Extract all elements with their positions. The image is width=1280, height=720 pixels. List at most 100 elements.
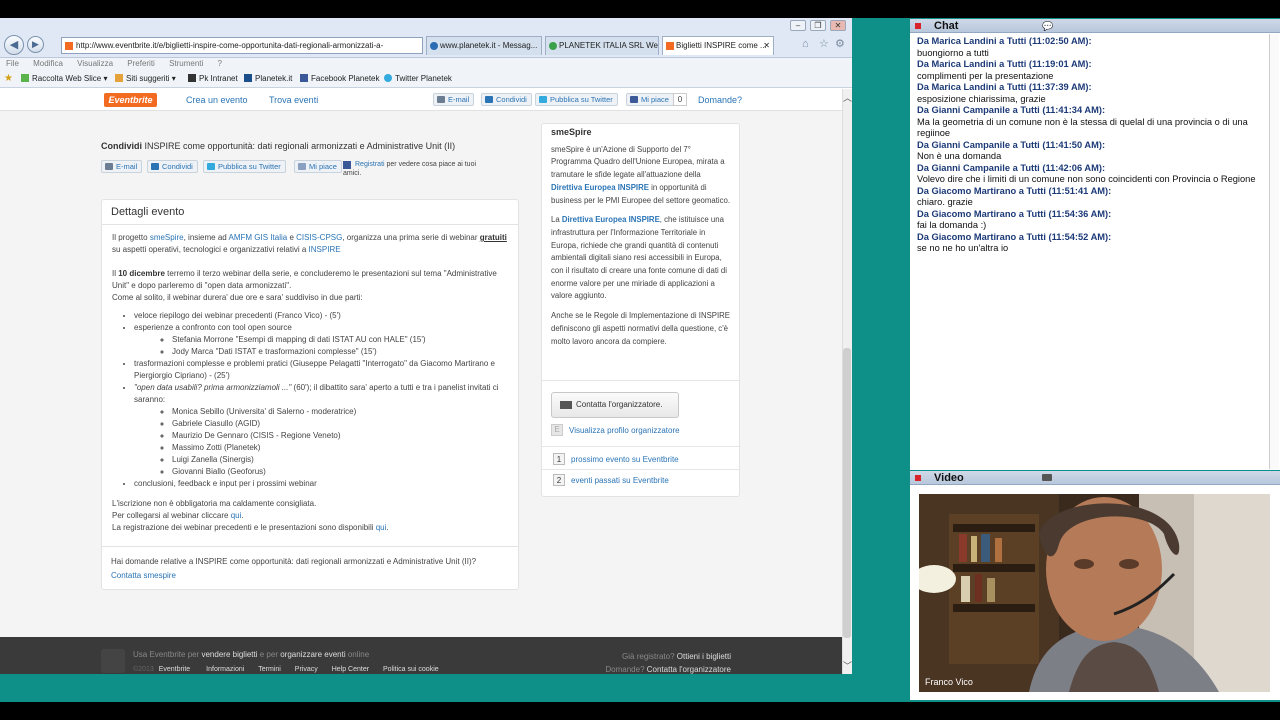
menu-file[interactable]: File (6, 59, 19, 68)
footer-contact-organizer-link[interactable]: Contatta l'organizzatore (647, 665, 731, 674)
footer-link-eventbrite[interactable]: Eventbrite (159, 666, 191, 673)
footer-tagline: Usa Eventbrite per vendere biglietti e p… (133, 650, 370, 659)
fav-siti-suggeriti[interactable]: Siti suggeriti ▾ (115, 71, 176, 87)
domande-link[interactable]: Domande? (698, 95, 742, 105)
scroll-up-icon[interactable]: ︿ (843, 91, 852, 104)
share-condividi-button-2[interactable]: Condividi (147, 160, 198, 173)
share-condividi-button[interactable]: Condividi (481, 93, 532, 106)
inspire-directive-link[interactable]: Direttiva Europea INSPIRE (551, 183, 649, 192)
schedule-paragraph: Il 10 dicembre terremo il terzo webinar … (112, 269, 497, 302)
home-icon[interactable]: ⌂ (802, 38, 809, 50)
list-item: Luigi Zanella (Sinergis) (172, 454, 512, 466)
fav-facebook-planetek[interactable]: Facebook Planetek (300, 71, 380, 87)
organize-events-link[interactable]: organizzare eventi (280, 650, 345, 659)
twitter-icon (207, 163, 215, 170)
share-twitter-button-2[interactable]: Pubblica su Twitter (203, 160, 286, 173)
cisis-link[interactable]: CISIS-CPSG (296, 233, 342, 242)
speech-bubble-icon: 💬 (1042, 21, 1054, 31)
tab-planetek-messages[interactable]: www.planetek.it - Messag... (426, 36, 542, 55)
eventbrite-footer-logo (101, 649, 125, 673)
fav-web-slice[interactable]: Raccolta Web Slice ▾ (21, 71, 107, 87)
menu-strumenti[interactable]: Strumenti (169, 59, 203, 68)
list-item: Gabriele Ciasullo (AGID) (172, 418, 512, 430)
chat-message-sender: Da Marica Landini a Tutti (11:37:39 AM): (917, 82, 1092, 92)
chat-scrollbar[interactable] (1269, 34, 1279, 469)
organizer-profile-link[interactable]: Visualizza profilo organizzatore (569, 426, 680, 435)
chat-message-sender: Da Marica Landini a Tutti (11:19:01 AM): (917, 59, 1092, 69)
contact-smespire-link[interactable]: Contatta smespire (111, 571, 176, 580)
nav-crea-evento[interactable]: Crea un evento (186, 95, 248, 105)
facebook-like-button[interactable]: Mi piace (626, 93, 674, 106)
close-tab-icon[interactable]: ✕ (763, 37, 770, 55)
footer-link-help[interactable]: Help Center (332, 666, 369, 673)
list-item: "open data usabili? prima armonizziamoli… (134, 382, 512, 478)
list-item: Monica Sebillo (Universita' di Salerno -… (172, 406, 512, 418)
list-item: esperienze a confronto con tool open sou… (134, 322, 512, 358)
like-count: 0 (673, 93, 687, 106)
organizer-name: smeSpire (551, 127, 592, 137)
favorites-star-icon[interactable]: ☆ (819, 37, 829, 50)
chat-message-text: esposizione chiarissima, grazie (917, 93, 1046, 104)
share-twitter-button[interactable]: Pubblica su Twitter (535, 93, 618, 106)
settings-gear-icon[interactable]: ⚙ (835, 37, 845, 50)
footer-link-informazioni[interactable]: Informazioni (206, 666, 244, 673)
chat-message-sender: Da Gianni Campanile a Tutti (11:41:50 AM… (917, 139, 1106, 150)
back-icon[interactable]: ◀ (4, 35, 24, 55)
facebook-like-button-2[interactable]: Mi piace (294, 160, 342, 173)
favorites-star-icon[interactable]: ★ (4, 71, 13, 87)
facebook-icon (343, 161, 351, 169)
restore-icon[interactable]: ❐ (810, 20, 826, 31)
chat-message-sender: Da Marica Landini a Tutti (11:02:50 AM): (917, 36, 1092, 46)
close-icon[interactable]: ✕ (830, 20, 846, 31)
tab-planetek-italia[interactable]: PLANETEK ITALIA SRL We... (545, 36, 659, 55)
footer-link-cookie[interactable]: Politica sui cookie (383, 666, 439, 673)
divider (542, 446, 739, 447)
fav-planetek[interactable]: Planetek.it (244, 71, 292, 87)
address-bar[interactable]: http://www.eventbrite.it/e/biglietti-ins… (61, 37, 423, 54)
webinar-link[interactable]: qui (231, 511, 242, 520)
menu-help[interactable]: ? (218, 59, 222, 68)
share-icon (151, 163, 159, 170)
inspire-link[interactable]: INSPIRE (309, 245, 341, 254)
menu-preferiti[interactable]: Preferiti (127, 59, 155, 68)
ie-icon (430, 42, 438, 50)
chat-message-sender: Da Giacomo Martirano a Tutti (11:54:36 A… (917, 208, 1112, 219)
menu-visualizza[interactable]: Visualizza (77, 59, 113, 68)
tab-biglietti-inspire[interactable]: Biglietti INSPIRE come ... ✕ (662, 36, 774, 55)
eventbrite-favicon-icon (666, 42, 674, 50)
nav-trova-eventi[interactable]: Trova eventi (269, 95, 318, 105)
share-email-button-2[interactable]: E-mail (101, 160, 143, 173)
inspire-directive-link-2[interactable]: Direttiva Europea INSPIRE (562, 215, 660, 224)
next-events-count: 1 (553, 453, 565, 465)
suggested-sites-icon (115, 74, 123, 82)
questions-text: Hai domande relative a INSPIRE come oppo… (111, 557, 477, 566)
footer-link-termini[interactable]: Termini (258, 666, 281, 673)
eventbrite-logo[interactable]: Eventbrite (104, 93, 157, 107)
chat-log: Da Marica Landini a Tutti (11:02:50 AM):… (917, 36, 1273, 255)
list-item: Maurizio De Gennaro (CISIS - Regione Ven… (172, 430, 512, 442)
event-details-panel: Dettagli evento Il progetto smeSpire, in… (101, 199, 519, 590)
fav-pk-intranet[interactable]: Pk Intranet (188, 71, 238, 87)
smespire-link[interactable]: smeSpire (150, 233, 184, 242)
footer-link-privacy[interactable]: Privacy (295, 666, 318, 673)
globe-icon (549, 42, 557, 50)
sell-tickets-link[interactable]: vendere biglietti (201, 650, 257, 659)
chat-header: Chat 💬 (910, 19, 1280, 33)
forward-icon[interactable]: ▶ (27, 36, 44, 53)
amfm-link[interactable]: AMFM GIS Italia (229, 233, 288, 242)
past-events-link[interactable]: eventi passati su Eventbrite (571, 476, 669, 485)
share-section-title: Condividi INSPIRE come opportunità: dati… (101, 141, 456, 151)
scroll-down-icon[interactable]: ﹀ (843, 659, 852, 672)
list-item: Jody Marca "Dati ISTAT e trasformazioni … (172, 346, 512, 358)
next-events-link[interactable]: prossimo evento su Eventbrite (571, 455, 679, 464)
fav-twitter-planetek[interactable]: Twitter Planetek (384, 71, 452, 87)
register-link[interactable]: Registrati (355, 161, 385, 168)
list-item: veloce riepilogo dei webinar precedenti … (134, 310, 512, 322)
contact-organizer-button[interactable]: Contatta l'organizzatore. (551, 392, 679, 418)
menu-modifica[interactable]: Modifica (33, 59, 63, 68)
scrollbar-thumb[interactable] (843, 348, 851, 638)
share-email-button[interactable]: E-mail (433, 93, 475, 106)
minimize-icon[interactable]: – (790, 20, 806, 31)
get-tickets-link[interactable]: Ottieni i biglietti (677, 652, 731, 661)
recordings-link[interactable]: qui (376, 523, 387, 532)
